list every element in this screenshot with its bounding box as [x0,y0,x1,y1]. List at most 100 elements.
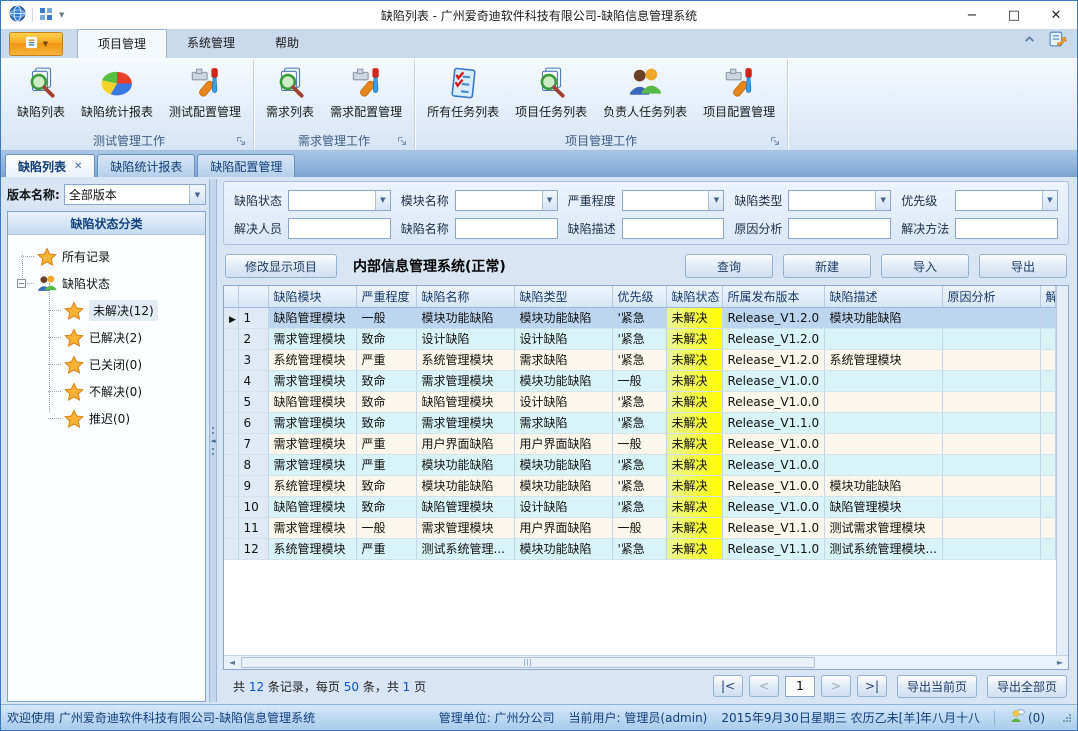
row-selector-cell[interactable] [224,496,238,517]
cell-type[interactable]: 模块功能缺陷 [514,538,612,559]
cell-desc[interactable]: 测试系统管理模块... [824,538,942,559]
vertical-scrollbar[interactable] [1056,286,1068,655]
resize-grip[interactable] [1063,714,1071,722]
doc-tab-defect-list[interactable]: 缺陷列表✕ [5,154,95,177]
column-header-6[interactable]: 所属发布版本 [722,286,824,307]
tree-item-defect-status[interactable]: −缺陷状态 [8,270,205,297]
cell-release[interactable]: Release_V1.2.0 [722,349,824,370]
cell-status[interactable]: 未解决 [666,496,722,517]
import-button[interactable]: 导入 [881,254,969,278]
row-selector-cell[interactable] [224,370,238,391]
cell-module[interactable]: 系统管理模块 [268,475,356,496]
cell-status[interactable]: 未解决 [666,454,722,475]
cell-status[interactable]: 未解决 [666,328,722,349]
cell-module[interactable]: 需求管理模块 [268,517,356,538]
cell-name[interactable]: 需求管理模块 [416,412,514,433]
column-header-7[interactable]: 缺陷描述 [824,286,942,307]
query-button[interactable]: 查询 [685,254,773,278]
cell-release[interactable]: Release_V1.0.0 [722,433,824,454]
cell-priority[interactable]: '紧急 [612,412,666,433]
cell-type[interactable]: 模块功能缺陷 [514,475,612,496]
cell-type[interactable]: 需求缺陷 [514,349,612,370]
application-menu-button[interactable]: ▼ [9,32,63,56]
cell-status[interactable]: 未解决 [666,349,722,370]
cell-release[interactable]: Release_V1.0.0 [722,370,824,391]
export-all-pages-button[interactable]: 导出全部页 [987,675,1067,698]
cell-desc[interactable] [824,433,942,454]
cell-reason[interactable] [942,517,1040,538]
dropdown-arrow-icon[interactable]: ▼ [1042,191,1057,210]
tree-item-resolved[interactable]: 已解决(2) [8,324,205,351]
cell-solution[interactable] [1040,412,1056,433]
cell-desc[interactable]: 模块功能缺陷 [824,475,942,496]
cell-status[interactable]: 未解决 [666,517,722,538]
table-row[interactable]: 6需求管理模块致命需求管理模块需求缺陷'紧急未解决Release_V1.1.0 [224,412,1056,433]
last-page-button[interactable]: >| [857,675,887,697]
cell-desc[interactable] [824,412,942,433]
cell-priority[interactable]: '紧急 [612,328,666,349]
dropdown-arrow-icon[interactable]: ▼ [542,191,557,210]
cell-type[interactable]: 设计缺陷 [514,391,612,412]
cell-reason[interactable] [942,433,1040,454]
cell-solution[interactable] [1040,517,1056,538]
cell-severity[interactable]: 致命 [356,370,416,391]
modify-display-items-button[interactable]: 修改显示项目 [225,254,337,278]
cell-solution[interactable] [1040,349,1056,370]
defect-type-filter-select[interactable]: ▼ [788,190,891,211]
cell-name[interactable]: 缺陷管理模块 [416,496,514,517]
cell-desc[interactable]: 测试需求管理模块 [824,517,942,538]
cell-module[interactable]: 需求管理模块 [268,454,356,475]
cell-release[interactable]: Release_V1.1.0 [722,538,824,559]
cell-name[interactable]: 模块功能缺陷 [416,475,514,496]
cell-solution[interactable] [1040,370,1056,391]
defect-desc-filter-input[interactable] [622,218,725,239]
cell-severity[interactable]: 严重 [356,454,416,475]
cell-priority[interactable]: 一般 [612,433,666,454]
row-selector-cell[interactable] [224,538,238,559]
version-dropdown-icon[interactable]: ▼ [189,185,205,204]
cell-severity[interactable]: 致命 [356,496,416,517]
table-row[interactable]: 5缺陷管理模块致命缺陷管理模块设计缺陷'紧急未解决Release_V1.0.0 [224,391,1056,412]
tree-item-wont-fix[interactable]: 不解决(0) [8,378,205,405]
cell-reason[interactable] [942,412,1040,433]
cell-status[interactable]: 未解决 [666,475,722,496]
table-row[interactable]: 3系统管理模块严重系统管理模块需求缺陷'紧急未解决Release_V1.2.0系… [224,349,1056,370]
cell-severity[interactable]: 致命 [356,412,416,433]
table-row[interactable]: 10缺陷管理模块致命缺陷管理模块设计缺陷'紧急未解决Release_V1.0.0… [224,496,1056,517]
maximize-button[interactable]: □ [993,2,1035,29]
panel-splitter[interactable]: ◄ [209,179,217,702]
ribbon-button-project-config-management[interactable]: 项目配置管理 [695,62,783,122]
cell-type[interactable]: 模块功能缺陷 [514,307,612,328]
tree-item-all-records[interactable]: 所有记录 [8,243,205,270]
version-select[interactable]: 全部版本 ▼ [64,184,206,205]
cell-reason[interactable] [942,475,1040,496]
ribbon-button-all-task-list[interactable]: 所有任务列表 [419,62,507,122]
cell-module[interactable]: 缺陷管理模块 [268,307,356,328]
ribbon-button-test-config-management[interactable]: 测试配置管理 [161,62,249,122]
cell-type[interactable]: 用户界面缺陷 [514,517,612,538]
tree-expander-icon[interactable]: − [17,279,26,288]
resolver-filter-input[interactable] [288,218,391,239]
ribbon-button-defect-stats-report[interactable]: 缺陷统计报表 [73,62,161,122]
cell-release[interactable]: Release_V1.0.0 [722,496,824,517]
cell-release[interactable]: Release_V1.2.0 [722,307,824,328]
row-selector-cell[interactable] [224,454,238,475]
cell-status[interactable]: 未解决 [666,307,722,328]
prev-page-button[interactable]: < [749,675,779,697]
cell-name[interactable]: 缺陷管理模块 [416,391,514,412]
ribbon-button-project-task-list[interactable]: 项目任务列表 [507,62,595,122]
defect-name-filter-input[interactable] [455,218,558,239]
ribbon-tab-help[interactable]: 帮助 [255,29,319,58]
cell-module[interactable]: 需求管理模块 [268,433,356,454]
cell-reason[interactable] [942,370,1040,391]
quick-access-dropdown-icon[interactable]: ▼ [59,11,64,19]
cell-module[interactable]: 需求管理模块 [268,412,356,433]
cell-release[interactable]: Release_V1.0.0 [722,391,824,412]
cell-solution[interactable] [1040,475,1056,496]
ribbon-button-requirement-config-management[interactable]: 需求配置管理 [322,62,410,122]
row-selector-cell[interactable] [224,433,238,454]
cell-desc[interactable] [824,391,942,412]
cell-severity[interactable]: 一般 [356,307,416,328]
table-row[interactable]: 7需求管理模块严重用户界面缺陷用户界面缺陷一般未解决Release_V1.0.0 [224,433,1056,454]
first-page-button[interactable]: |< [713,675,743,697]
